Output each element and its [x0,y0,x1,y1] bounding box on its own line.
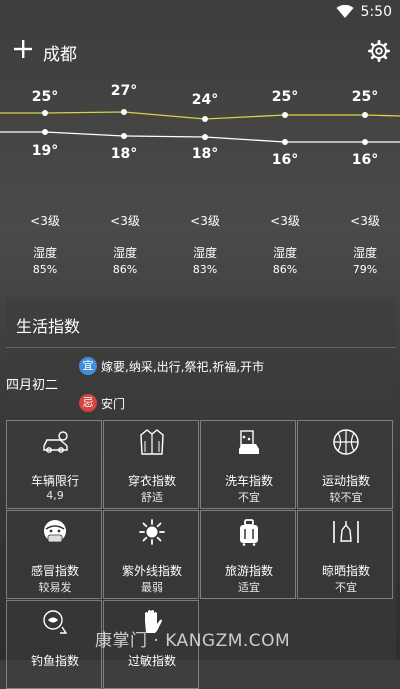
index-name: 紫外线指数 [121,564,182,578]
basketball-icon [333,429,359,455]
low-temp: 19° [31,143,59,159]
index-cell-fishing[interactable]: 钓鱼指数 [6,600,102,689]
ji-badge: 忌 [79,394,97,412]
humidity-label: 湿度 [352,246,377,260]
wind-level: <3级 [350,214,380,228]
index-cell-sport[interactable]: 运动指数 较不宜 [297,420,393,509]
lunar-date: 四月初二 [6,378,59,393]
coat-icon [140,429,164,455]
index-cell-cold[interactable]: 感冒指数 较易发 [6,510,102,599]
low-temp: 18° [110,146,138,162]
low-temp: 16° [271,152,299,168]
wind-level: <3级 [110,214,140,228]
index-cell-uv[interactable]: 紫外线指数 最弱 [103,510,199,599]
low-point [202,134,208,140]
index-value: 不宜 [335,581,357,594]
index-value: 最弱 [141,581,163,594]
yi-badge: 宜 [79,357,97,375]
humidity-label: 湿度 [192,246,217,260]
wind-level: <3级 [190,214,220,228]
low-point [282,139,288,145]
humidity-label: 湿度 [272,246,297,260]
low-temp: 16° [351,152,379,168]
luggage-icon [240,519,258,546]
mask-icon [44,520,66,543]
index-cell-vehicle[interactable]: 车辆限行 4,9 [6,420,102,509]
city-name[interactable]: 成都 [43,40,77,65]
divider [6,347,396,348]
wind-level: <3级 [270,214,300,228]
high-point [362,112,368,118]
high-temp-line [0,111,400,120]
car-icon [43,431,68,453]
low-point [42,129,48,135]
index-cell-drying[interactable]: 晾晒指数 不宜 [297,510,393,599]
index-value: 舒适 [141,491,163,504]
humidity-value: 86% [272,263,298,276]
wind-level: <3级 [30,214,60,228]
app-header: 成都 [0,26,400,78]
index-name: 洗车指数 [224,474,273,488]
high-point [282,112,288,118]
car-wash-icon [239,430,259,454]
index-name: 穿衣指数 [127,474,176,488]
index-name: 旅游指数 [224,564,273,578]
humidity-value: 85% [32,263,58,276]
clock: 5:50 [360,4,392,20]
high-temp: 27° [110,83,138,99]
index-value: 4,9 [46,489,64,502]
high-point [202,116,208,122]
high-temp: 25° [271,89,299,105]
low-point [121,133,127,139]
low-point [362,139,368,145]
index-name: 钓鱼指数 [30,654,79,668]
index-value: 不宜 [238,491,260,504]
humidity-value: 86% [112,263,138,276]
index-name: 运动指数 [321,474,370,488]
fishing-icon [43,610,68,634]
add-city-icon[interactable] [12,38,34,60]
high-temp: 25° [351,89,379,105]
humidity-label: 湿度 [32,246,57,260]
humidity-value: 83% [192,263,218,276]
index-name: 晾晒指数 [321,564,370,578]
high-temp: 24° [191,92,219,108]
high-point [42,110,48,116]
low-temp: 18° [191,146,219,162]
index-name: 感冒指数 [30,564,79,578]
forecast-panel: 25° 27° 24° 25° 25° 19° 18° 18° 16° 16° … [0,80,400,285]
section-title: 生活指数 [16,317,81,336]
high-point [121,109,127,115]
index-name: 过敏指数 [127,654,176,668]
index-cell-clothing[interactable]: 穿衣指数 舒适 [103,420,199,509]
index-value: 适宜 [238,581,260,594]
low-temp-line [0,131,400,143]
status-bar: 5:50 [0,0,400,26]
index-value: 较不宜 [329,491,363,504]
index-value: 较易发 [38,581,72,594]
index-cell-carwash[interactable]: 洗车指数 不宜 [200,420,296,509]
gear-icon[interactable] [368,40,390,62]
index-name: 车辆限行 [30,474,79,488]
hanger-icon [333,521,359,543]
wifi-icon [336,5,354,18]
index-cell-travel[interactable]: 旅游指数 适宜 [200,510,296,599]
yi-text: 嫁要,纳采,出行,祭祀,祈福,开市 [101,360,265,374]
watermark: 康掌门 · KANGZM.COM [95,631,291,651]
humidity-label: 湿度 [112,246,137,260]
high-temp: 25° [31,89,59,105]
sun-icon [139,519,165,545]
ji-text: 安门 [101,397,126,411]
humidity-value: 79% [352,263,378,276]
